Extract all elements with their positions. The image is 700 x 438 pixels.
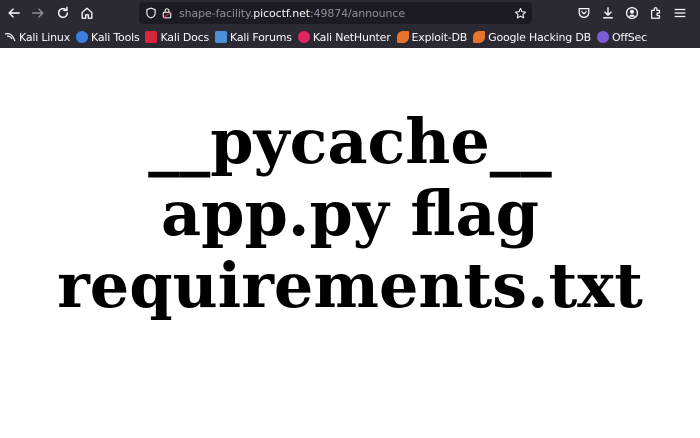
listing-line-pycache: __pycache__: [148, 105, 552, 178]
exploitdb-icon: [396, 31, 409, 43]
pocket-icon[interactable]: [574, 3, 594, 23]
bookmarks-bar: Kali Linux Kali Tools Kali Docs Kali For…: [0, 27, 700, 47]
menu-icon[interactable]: [670, 3, 690, 23]
ghdb-icon: [473, 31, 486, 43]
toolbar-right: [574, 3, 694, 23]
bookmark-kali-linux[interactable]: Kali Linux: [4, 28, 70, 46]
bookmark-kali-forums[interactable]: Kali Forums: [215, 28, 292, 46]
kali-tools-icon: [76, 31, 89, 43]
kali-forums-icon: [215, 31, 228, 43]
offsec-icon: [596, 31, 609, 43]
bookmark-kali-docs[interactable]: Kali Docs: [145, 28, 209, 46]
home-icon[interactable]: [77, 3, 97, 23]
bookmark-kali-nethunter[interactable]: Kali NetHunter: [297, 28, 391, 46]
bookmark-offsec[interactable]: OffSec: [596, 28, 647, 46]
star-icon[interactable]: [512, 5, 528, 21]
toolbar: shape-facility.picoctf.net:49874/announc…: [0, 0, 700, 26]
bookmark-google-hacking-db[interactable]: Google Hacking DB: [473, 28, 591, 46]
browser-chrome: shape-facility.picoctf.net:49874/announc…: [0, 0, 700, 48]
bookmark-exploit-db[interactable]: Exploit-DB: [396, 28, 467, 46]
page-content: __pycache__ app.py flag requirements.txt: [0, 48, 700, 438]
back-icon[interactable]: [4, 3, 24, 23]
nethunter-icon: [297, 31, 310, 43]
bookmark-kali-tools[interactable]: Kali Tools: [76, 28, 140, 46]
kali-docs-icon: [145, 31, 158, 43]
forward-icon[interactable]: [28, 3, 48, 23]
shield-icon[interactable]: [143, 5, 159, 21]
reload-icon[interactable]: [53, 3, 73, 23]
listing-line-app-flag: app.py flag: [160, 177, 540, 250]
account-icon[interactable]: [622, 3, 642, 23]
extensions-icon[interactable]: [646, 3, 666, 23]
download-icon[interactable]: [598, 3, 618, 23]
url-bar[interactable]: shape-facility.picoctf.net:49874/announc…: [139, 2, 532, 24]
url-text[interactable]: shape-facility.picoctf.net:49874/announc…: [179, 7, 405, 20]
kali-icon: [4, 31, 16, 43]
listing-line-requirements: requirements.txt: [57, 249, 643, 322]
file-listing: __pycache__ app.py flag requirements.txt: [0, 106, 700, 322]
lock-icon[interactable]: [159, 5, 175, 21]
